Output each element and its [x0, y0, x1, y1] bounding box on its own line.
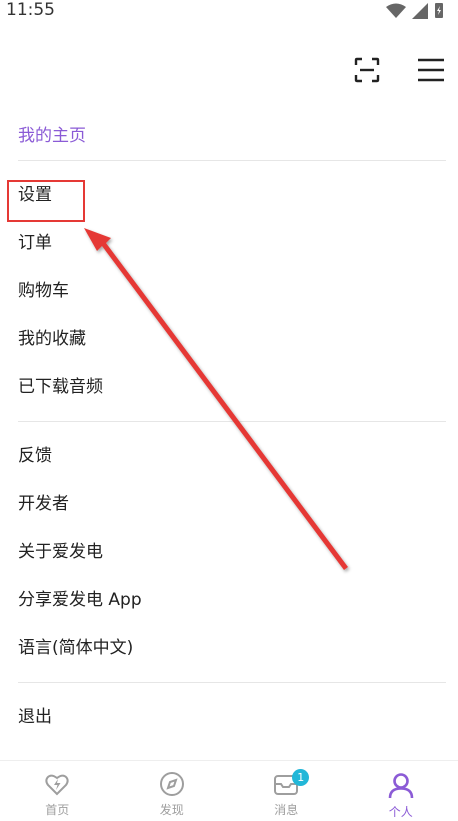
menu-item-favorites[interactable]: 我的收藏: [18, 315, 446, 363]
status-time: 11:55: [6, 0, 55, 20]
bottom-tab-bar: 首页 发现 1 消息 个人: [0, 760, 458, 821]
tab-profile[interactable]: 个人: [344, 761, 458, 821]
tab-label: 首页: [45, 801, 69, 818]
menu-item-cart[interactable]: 购物车: [18, 267, 446, 315]
top-actions: [352, 55, 446, 85]
profile-menu: 我的主页 设置 订单 购物车 我的收藏 已下载音频 反馈 开发者 关于爱发电 分…: [18, 112, 446, 751]
unread-badge: 1: [292, 769, 309, 786]
scan-button[interactable]: [352, 55, 382, 85]
tab-label: 消息: [274, 801, 298, 818]
battery-icon: [434, 2, 444, 19]
wifi-icon: [386, 3, 406, 19]
menu-item-about[interactable]: 关于爱发电: [18, 528, 446, 576]
tab-label: 发现: [160, 801, 184, 818]
status-icons: [386, 2, 444, 19]
tab-home[interactable]: 首页: [0, 761, 115, 821]
menu-item-feedback[interactable]: 反馈: [18, 432, 446, 480]
person-icon: [387, 771, 415, 799]
menu-item-logout[interactable]: 退出: [18, 693, 446, 741]
menu-group-secondary: 反馈 开发者 关于爱发电 分享爱发电 App 语言(简体中文): [18, 422, 446, 682]
menu-item-downloaded-audio[interactable]: 已下载音频: [18, 363, 446, 411]
status-bar: 11:55: [0, 0, 458, 22]
menu-group-logout: 退出: [18, 683, 446, 751]
menu-group-primary: 设置 订单 购物车 我的收藏 已下载音频: [18, 161, 446, 421]
compass-icon: [159, 771, 185, 797]
menu-item-language[interactable]: 语言(简体中文): [18, 624, 446, 672]
my-homepage-link[interactable]: 我的主页: [18, 112, 446, 160]
menu-item-orders[interactable]: 订单: [18, 219, 446, 267]
menu-item-settings[interactable]: 设置: [18, 171, 446, 219]
lightning-heart-icon: [44, 771, 70, 797]
menu-item-developer[interactable]: 开发者: [18, 480, 446, 528]
tab-discover[interactable]: 发现: [115, 761, 230, 821]
menu-item-share-app[interactable]: 分享爱发电 App: [18, 576, 446, 624]
menu-button[interactable]: [416, 55, 446, 85]
hamburger-icon: [417, 58, 445, 82]
tab-messages[interactable]: 1 消息: [229, 761, 344, 821]
scan-icon: [354, 57, 380, 83]
signal-icon: [412, 3, 428, 19]
tab-label: 个人: [389, 803, 413, 820]
